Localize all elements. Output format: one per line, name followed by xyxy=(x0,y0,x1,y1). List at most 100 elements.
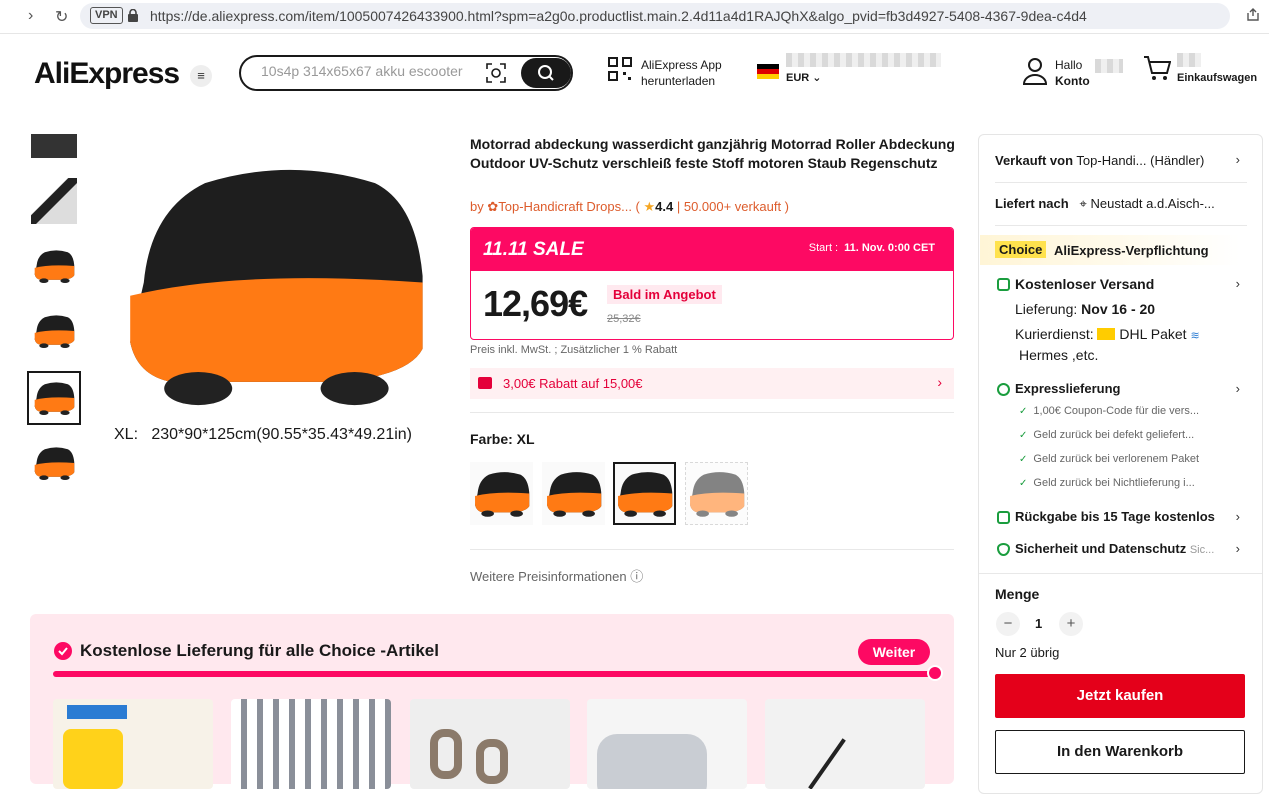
express-check-3: ✓ Geld zurück bei verlorenem Paket xyxy=(1019,453,1199,465)
product-image xyxy=(476,739,508,784)
user-icon xyxy=(1022,58,1048,85)
language-redacted xyxy=(786,53,941,67)
main-product-image[interactable] xyxy=(103,150,443,415)
current-price: 12,69€ xyxy=(483,283,588,324)
forward-icon[interactable]: › xyxy=(28,7,33,25)
store-byline[interactable]: by ✿Top-Handicraft Drops... ( ★4.4 | 50.… xyxy=(470,199,789,215)
aliexpress-logo[interactable]: AliExpress xyxy=(34,57,180,91)
choice-product-1[interactable] xyxy=(53,699,213,789)
chevron-right-icon: › xyxy=(1235,152,1240,167)
account-label: Konto xyxy=(1055,74,1090,88)
express-check-4: ✓ Geld zurück bei Nichtlieferung i... xyxy=(1019,477,1195,489)
category-menu-button[interactable]: ≡ xyxy=(190,65,212,87)
chevron-right-icon: › xyxy=(1235,541,1240,556)
sale-start-label: Start : xyxy=(808,242,839,254)
purchase-panel: Verkauft von Top-Handi... (Händler) › Li… xyxy=(978,134,1263,794)
color-option-4[interactable] xyxy=(685,462,748,525)
more-price-info[interactable]: Weitere Preisinformationen ⓘ xyxy=(470,566,643,585)
delivery-dates: Nov 16 - 20 xyxy=(1081,301,1156,317)
qr-code-icon xyxy=(608,57,632,81)
app-download[interactable]: AliExpress App herunterladen xyxy=(608,57,722,88)
divider xyxy=(995,182,1247,183)
color-label: Farbe: XL xyxy=(470,431,535,447)
shipping-progress-bar xyxy=(53,665,943,681)
sale-start-date: 11. Nov. 0:00 CET xyxy=(844,242,935,254)
search-input[interactable] xyxy=(261,63,476,79)
check-icon: ✓ xyxy=(1019,430,1028,441)
sale-start: Start : 11. Nov. 0:00 CET xyxy=(809,242,935,254)
currency-selector[interactable]: EUR ⌄ xyxy=(786,71,822,84)
account-menu[interactable]: Hallo Konto xyxy=(1022,57,1123,90)
username-redacted xyxy=(1095,59,1123,73)
product-image xyxy=(63,729,123,789)
sold-by-row[interactable]: Verkauft von Top-Handi... (Händler) xyxy=(995,153,1204,168)
thumbnail-5[interactable] xyxy=(27,371,81,425)
quantity-decrease-button[interactable]: − xyxy=(996,612,1020,636)
courier-more: Hermes ,etc. xyxy=(1019,347,1099,363)
express-check-2-text: Geld zurück bei defekt geliefert... xyxy=(1033,429,1195,441)
browser-bar: › ↻ VPN https://de.aliexpress.com/item/1… xyxy=(0,0,1269,34)
buy-now-button[interactable]: Jetzt kaufen xyxy=(995,674,1245,718)
coupon-banner[interactable]: 3,00€ Rabatt auf 15,00€ › xyxy=(470,368,954,399)
security-row[interactable]: Sicherheit und Datenschutz Sic... xyxy=(1015,541,1214,556)
search-button[interactable] xyxy=(521,58,571,88)
choice-free-shipping-banner: Kostenlose Lieferung für alle Choice -Ar… xyxy=(30,614,954,789)
check-circle-icon xyxy=(54,642,72,660)
check-icon: ✓ xyxy=(1019,406,1028,417)
express-check-3-text: Geld zurück bei verlorenem Paket xyxy=(1033,453,1200,465)
choice-product-3[interactable] xyxy=(410,699,570,789)
free-shipping-label[interactable]: Kostenloser Versand xyxy=(1015,276,1154,292)
choice-product-4[interactable] xyxy=(587,699,747,789)
delivery-row: Lieferung: Nov 16 - 20 xyxy=(1015,301,1155,317)
germany-flag-icon[interactable] xyxy=(757,64,779,79)
check-icon: ✓ xyxy=(1019,454,1028,465)
security-label: Sicherheit und Datenschutz xyxy=(1015,541,1187,556)
thumbnail-6[interactable] xyxy=(31,440,77,486)
color-option-2[interactable] xyxy=(542,462,605,525)
store-icon: ✿ xyxy=(487,199,499,214)
progress-check-icon xyxy=(927,665,943,681)
chevron-right-icon: › xyxy=(1235,509,1240,524)
reload-icon[interactable]: ↻ xyxy=(55,7,68,27)
ship-to-row[interactable]: Liefert nach ⌖ Neustadt a.d.Aisch-... xyxy=(995,196,1215,212)
chevron-right-icon: › xyxy=(1235,276,1240,291)
stock-note: Nur 2 übrig xyxy=(995,645,1060,660)
check-icon: ✓ xyxy=(1019,478,1028,489)
product-image xyxy=(808,738,846,789)
address-bar[interactable]: VPN https://de.aliexpress.com/item/10050… xyxy=(80,3,1230,29)
cart-button[interactable]: Einkaufswagen xyxy=(1143,53,1257,86)
color-option-3[interactable] xyxy=(613,462,676,525)
thumbnail-4[interactable] xyxy=(31,308,77,354)
currency-label: EUR xyxy=(786,72,810,84)
url-text[interactable]: https://de.aliexpress.com/item/100500742… xyxy=(150,8,1225,24)
divider xyxy=(470,549,954,550)
thumbnail-2[interactable] xyxy=(31,178,77,224)
image-search-icon[interactable] xyxy=(486,63,506,83)
add-to-cart-button[interactable]: In den Warenkorb xyxy=(995,730,1245,774)
chevron-right-icon: › xyxy=(937,374,942,390)
dhl-logo-icon xyxy=(1097,328,1116,340)
returns-label[interactable]: Rückgabe bis 15 Tage kostenlos xyxy=(1015,509,1215,524)
choice-product-2[interactable] xyxy=(231,699,391,789)
choice-banner-title: Kostenlose Lieferung für alle Choice -Ar… xyxy=(80,641,439,660)
search-box xyxy=(239,55,573,91)
express-check-4-text: Geld zurück bei Nichtlieferung i... xyxy=(1033,477,1195,489)
continue-button[interactable]: Weiter xyxy=(858,639,930,665)
quantity-label: Menge xyxy=(995,586,1040,602)
chevron-right-icon: › xyxy=(1235,381,1240,396)
quantity-increase-button[interactable]: + xyxy=(1059,612,1083,636)
choice-product-5[interactable] xyxy=(765,699,925,789)
color-option-1[interactable] xyxy=(470,462,533,525)
account-greeting: Hallo xyxy=(1055,58,1083,72)
cart-count-redacted xyxy=(1177,53,1201,67)
thumbnail-1[interactable] xyxy=(31,134,77,158)
app-line1: AliExpress App xyxy=(641,58,722,72)
ship-to-location: Neustadt a.d.Aisch-... xyxy=(1090,196,1215,211)
vpn-badge[interactable]: VPN xyxy=(90,7,123,24)
thumbnail-3[interactable] xyxy=(31,243,77,289)
app-line2: herunterladen xyxy=(641,74,716,88)
ship-to-label: Liefert nach xyxy=(995,196,1069,211)
share-icon[interactable] xyxy=(1246,8,1260,22)
express-label[interactable]: Expresslieferung xyxy=(1015,381,1121,396)
quantity-value[interactable]: 1 xyxy=(1035,616,1042,631)
